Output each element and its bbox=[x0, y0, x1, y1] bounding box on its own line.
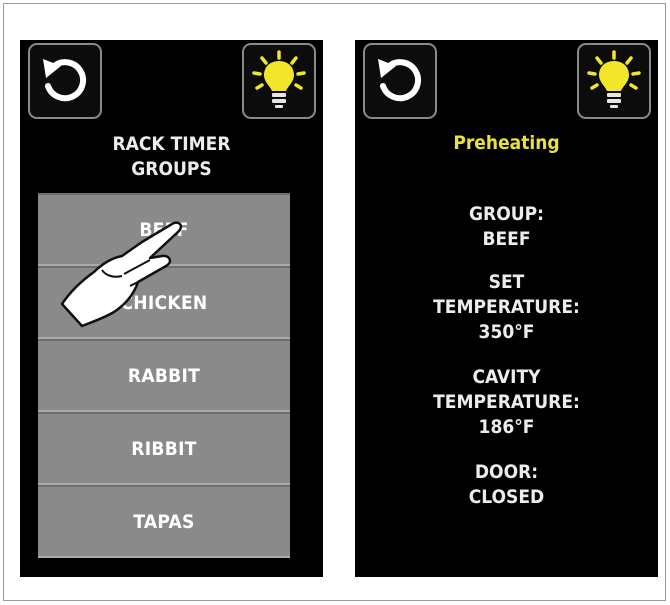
cavity-temperature-label-1: CAVITY bbox=[472, 366, 541, 388]
back-button-right[interactable] bbox=[363, 43, 437, 119]
group-item-ribbit[interactable]: RIBBIT bbox=[38, 412, 290, 485]
light-button[interactable] bbox=[242, 43, 316, 119]
cavity-temperature-value: 186°F bbox=[478, 416, 535, 438]
rack-timer-groups-title: RACK TIMER GROUPS bbox=[20, 132, 323, 182]
back-button[interactable] bbox=[28, 43, 102, 119]
door-info: DOOR: CLOSED bbox=[355, 460, 658, 510]
group-value: BEEF bbox=[482, 228, 531, 250]
title-line-1: RACK TIMER bbox=[112, 133, 231, 155]
cavity-temperature-info: CAVITY TEMPERATURE: 186°F bbox=[355, 365, 658, 440]
group-item-tapas[interactable]: TAPAS bbox=[38, 485, 290, 558]
status-text: Preheating bbox=[453, 132, 560, 154]
title-line-2: GROUPS bbox=[131, 158, 212, 180]
set-temperature-label-1: SET bbox=[488, 271, 525, 293]
cavity-temperature-label-2: TEMPERATURE: bbox=[433, 391, 580, 413]
set-temperature-info: SET TEMPERATURE: 350°F bbox=[355, 270, 658, 345]
back-refresh-icon bbox=[43, 59, 86, 102]
group-label: GROUP: bbox=[469, 203, 544, 225]
light-bulb-icon bbox=[587, 50, 641, 108]
group-info: GROUP: BEEF bbox=[355, 202, 658, 252]
back-refresh-icon bbox=[378, 59, 421, 102]
set-temperature-label-2: TEMPERATURE: bbox=[433, 296, 580, 318]
group-item-rabbit[interactable]: RABBIT bbox=[38, 339, 290, 412]
hand-pointer-icon bbox=[60, 221, 183, 328]
light-button-right[interactable] bbox=[577, 43, 651, 119]
door-label: DOOR: bbox=[474, 461, 539, 483]
preheating-status-screen: Preheating GROUP: BEEF SET TEMPERATURE: … bbox=[355, 40, 658, 577]
door-value: CLOSED bbox=[468, 486, 545, 508]
set-temperature-value: 350°F bbox=[478, 321, 535, 343]
light-bulb-icon bbox=[252, 50, 306, 108]
